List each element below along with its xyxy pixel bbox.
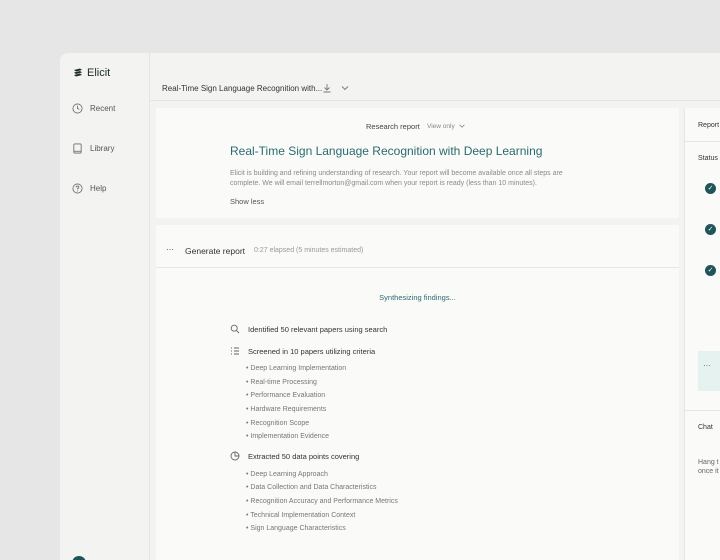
status-label: Status xyxy=(698,155,718,162)
view-mode-dropdown[interactable]: View only xyxy=(427,122,466,130)
app-name: Elicit xyxy=(87,67,111,79)
download-icon[interactable] xyxy=(322,83,332,93)
check-icon: ✓ xyxy=(705,224,716,235)
step-text: Extracted 50 data points covering xyxy=(248,451,360,461)
search-icon xyxy=(230,324,240,334)
list-item: • Hardware Requirements xyxy=(246,406,327,413)
list-item: • Real-time Processing xyxy=(246,379,317,386)
report-description: Elicit is building and refining understa… xyxy=(230,170,563,187)
loading-dots-icon: ··· xyxy=(166,245,174,254)
book-icon xyxy=(73,143,82,154)
right-panel-header: Report xyxy=(698,122,720,129)
chevron-down-icon xyxy=(459,124,465,128)
right-panel: Report Status ✓ ✓ ✓ ··· Chat Hang t once… xyxy=(684,108,720,560)
list-item: • Sign Language Characteristics xyxy=(246,525,346,532)
step-search: Identified 50 relevant papers using sear… xyxy=(230,324,387,334)
check-icon: ✓ xyxy=(705,265,716,276)
pie-icon xyxy=(230,451,240,461)
report-header-card: Research report View only Real-Time Sign… xyxy=(156,108,679,218)
step-text: Screened in 10 papers utilizing criteria xyxy=(248,346,376,356)
list-item: • Data Collection and Data Characteristi… xyxy=(246,484,377,491)
generate-report-card: ··· Generate report 0:27 elapsed (5 minu… xyxy=(156,225,679,560)
topbar: Real-Time Sign Language Recognition with… xyxy=(150,53,720,101)
step-extract: Extracted 50 data points covering xyxy=(230,451,359,461)
elicit-logo-icon xyxy=(74,68,82,77)
elapsed-time: 0:27 elapsed (5 minutes estimated) xyxy=(254,247,364,254)
app-logo[interactable]: Elicit xyxy=(73,67,110,79)
list-item: • Deep Learning Approach xyxy=(246,471,328,478)
sidebar-item-help[interactable]: Help xyxy=(72,183,106,194)
sidebar-item-recent[interactable]: Recent xyxy=(72,103,115,114)
list-item: • Technical Implementation Context xyxy=(246,512,356,519)
divider xyxy=(685,141,720,142)
help-icon xyxy=(72,183,83,194)
sidebar-item-library[interactable]: Library xyxy=(72,143,114,154)
list-item: • Recognition Accuracy and Performance M… xyxy=(246,498,398,505)
document-title[interactable]: Real-Time Sign Language Recognition with… xyxy=(162,84,322,93)
check-icon: ✓ xyxy=(705,183,716,194)
list-item: • Implementation Evidence xyxy=(246,433,330,440)
app-window: Elicit Recent Library Help Real-Time Sig… xyxy=(60,53,720,560)
chevron-down-icon[interactable] xyxy=(340,83,350,93)
chat-label: Chat xyxy=(698,424,713,431)
avatar[interactable] xyxy=(72,556,86,560)
generate-report-label: Generate report xyxy=(185,246,246,256)
clock-icon xyxy=(72,103,83,114)
chat-text: once it xyxy=(698,468,719,475)
list-item: • Recognition Scope xyxy=(246,420,310,427)
list-item: • Deep Learning Implementation xyxy=(246,365,347,372)
sidebar-item-label: Help xyxy=(90,184,107,193)
report-title: Real-Time Sign Language Recognition with… xyxy=(230,144,543,158)
synthesis-status: Synthesizing findings... xyxy=(379,293,456,302)
loading-dots-icon: ··· xyxy=(703,361,711,370)
generate-report-row[interactable]: ··· Generate report 0:27 elapsed (5 minu… xyxy=(156,225,679,268)
chat-text: Hang t xyxy=(698,459,719,466)
view-mode-label: View only xyxy=(427,122,455,130)
divider xyxy=(685,410,720,411)
list-item: • Performance Evaluation xyxy=(246,392,326,399)
report-kind-label: Research report xyxy=(366,122,420,131)
step-text: Identified 50 relevant papers using sear… xyxy=(248,324,388,334)
active-step-highlight: ··· xyxy=(698,351,720,391)
list-icon xyxy=(231,347,239,355)
sidebar-item-label: Library xyxy=(90,144,115,153)
step-screen: Screened in 10 papers utilizing criteria xyxy=(230,346,375,356)
show-less-link[interactable]: Show less xyxy=(230,197,264,206)
sidebar-item-label: Recent xyxy=(90,104,116,113)
sidebar: Elicit Recent Library Help xyxy=(60,53,150,560)
